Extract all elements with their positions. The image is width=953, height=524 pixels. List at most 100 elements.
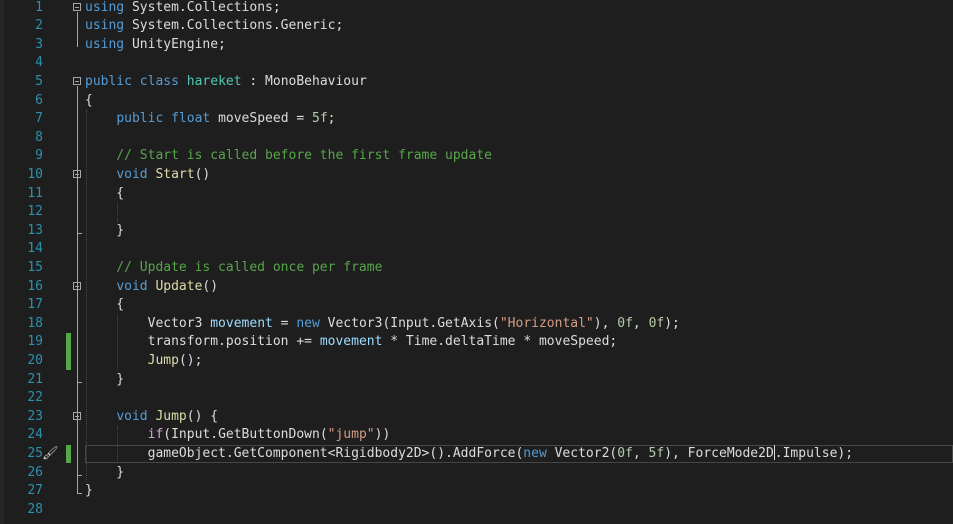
code-line[interactable]: 11 {: [0, 185, 953, 204]
line-number: 1: [35, 0, 43, 15]
outline-end: [77, 474, 82, 476]
code-token: // Start is called before the first fram…: [85, 148, 492, 164]
code-line[interactable]: 14: [0, 240, 953, 259]
code-line[interactable]: 2 using System.Collections.Generic;: [0, 17, 953, 36]
code-line[interactable]: 4: [0, 54, 953, 73]
outline-line: [77, 420, 78, 475]
line-number: 2: [35, 18, 43, 34]
code-text[interactable]: // Start is called before the first fram…: [85, 147, 492, 166]
line-number: 8: [35, 129, 43, 145]
fold-collapse-icon[interactable]: [73, 2, 81, 11]
code-token: ();: [178, 352, 203, 368]
code-line[interactable]: 15 // Update is called once per frame: [0, 259, 953, 278]
code-text[interactable]: {: [85, 185, 124, 204]
code-text[interactable]: void Start(): [85, 166, 210, 185]
code-line[interactable]: 7 public float moveSpeed = 5f;: [0, 110, 953, 129]
code-text[interactable]: // Update is called once per frame: [85, 259, 382, 278]
code-text[interactable]: transform.position += movement * Time.de…: [85, 333, 618, 352]
code-token: UnityEngine;: [124, 36, 226, 52]
code-text[interactable]: }: [85, 222, 124, 241]
code-text[interactable]: public float moveSpeed = 5f;: [85, 110, 335, 129]
code-token: ,: [632, 445, 649, 461]
code-token: }: [85, 222, 125, 238]
code-line[interactable]: 21 }: [0, 371, 953, 390]
code-line[interactable]: 26 }: [0, 464, 953, 483]
indent-guide: [117, 426, 119, 464]
code-text[interactable]: Jump();: [85, 352, 203, 371]
line-number: 3: [35, 36, 43, 52]
line-number: 20: [27, 352, 43, 368]
code-text[interactable]: gameObject.GetComponent<Rigidbody2D>().A…: [85, 444, 854, 464]
line-number: 11: [27, 185, 43, 201]
code-line[interactable]: 12: [0, 203, 953, 222]
fold-collapse-icon[interactable]: [73, 76, 81, 85]
code-token: (Input.GetButtonDown(: [163, 427, 328, 443]
code-line[interactable]: 24 if(Input.GetButtonDown("jump")): [0, 426, 953, 445]
code-text[interactable]: using System.Collections;: [85, 0, 281, 17]
code-text[interactable]: }: [85, 464, 124, 483]
code-line[interactable]: 25 🖌 gameObject.GetComponent<Rigidbody2D>…: [0, 444, 953, 464]
code-text[interactable]: public class hareket : MonoBehaviour: [85, 73, 367, 92]
line-number: 24: [27, 427, 43, 443]
code-text[interactable]: using UnityEngine;: [85, 36, 226, 55]
code-line[interactable]: 20 Jump();: [0, 351, 953, 371]
code-token: moveSpeed =: [210, 111, 312, 127]
code-text[interactable]: if(Input.GetButtonDown("jump")): [85, 426, 391, 445]
indent-guide: [117, 314, 119, 371]
line-number: 14: [27, 241, 43, 257]
line-number: 10: [27, 166, 43, 182]
code-editor[interactable]: 1 using System.Collections; 2 using System.…: [0, 0, 953, 524]
code-line[interactable]: 22: [0, 389, 953, 408]
code-line[interactable]: 10 void Start(): [0, 166, 953, 185]
line-number: 22: [27, 390, 43, 406]
code-token: ;: [327, 111, 336, 127]
code-line[interactable]: 5 public class hareket : MonoBehaviour: [0, 73, 953, 92]
code-text[interactable]: void Jump() {: [85, 408, 218, 427]
code-line[interactable]: 8: [0, 129, 953, 148]
code-token: public: [116, 111, 164, 127]
code-text[interactable]: Vector3 movement = new Vector3(Input.Get…: [85, 315, 680, 334]
code-token: Start: [155, 166, 195, 182]
code-line[interactable]: 18 Vector3 movement = new Vector3(Input.…: [0, 315, 953, 334]
code-token: {: [85, 92, 93, 108]
line-number: 26: [27, 464, 43, 480]
line-number: 5: [35, 73, 43, 89]
line-number: 7: [35, 111, 43, 127]
code-line[interactable]: 17 {: [0, 296, 953, 315]
code-text[interactable]: {: [85, 296, 124, 315]
code-line[interactable]: 13 }: [0, 222, 953, 241]
line-number: 15: [27, 259, 43, 275]
code-line[interactable]: 3 using UnityEngine;: [0, 36, 953, 55]
code-line[interactable]: 19 transform.position += movement * Time…: [0, 333, 953, 352]
code-text[interactable]: }: [85, 482, 93, 501]
code-text[interactable]: {: [85, 92, 93, 111]
code-line[interactable]: 6{: [0, 92, 953, 111]
code-token: class: [139, 73, 179, 89]
code-line[interactable]: 27}: [0, 482, 953, 501]
line-number: 21: [27, 371, 43, 387]
code-line[interactable]: 9 // Start is called before the first fr…: [0, 147, 953, 166]
code-line[interactable]: 1 using System.Collections;: [0, 0, 953, 17]
code-token: if: [147, 427, 164, 443]
code-token: (): [194, 166, 211, 182]
code-token: Vector3(Input.GetAxis(: [319, 315, 500, 331]
code-line[interactable]: 23 void Jump() {: [0, 408, 953, 427]
code-line[interactable]: 16 void Update(): [0, 278, 953, 297]
code-token: transform.position +=: [85, 334, 320, 350]
code-line[interactable]: 28: [0, 501, 953, 520]
code-text[interactable]: using System.Collections.Generic;: [85, 17, 343, 36]
code-token: );: [664, 315, 680, 331]
code-token: .Impulse);: [774, 445, 854, 461]
paintbrush-icon[interactable]: 🖌: [42, 445, 59, 464]
code-token: void: [116, 408, 148, 424]
code-token: using: [85, 0, 125, 15]
code-token: }: [85, 371, 125, 387]
line-number: 27: [27, 483, 43, 499]
code-text[interactable]: }: [85, 371, 124, 390]
code-text[interactable]: void Update(): [85, 278, 218, 297]
